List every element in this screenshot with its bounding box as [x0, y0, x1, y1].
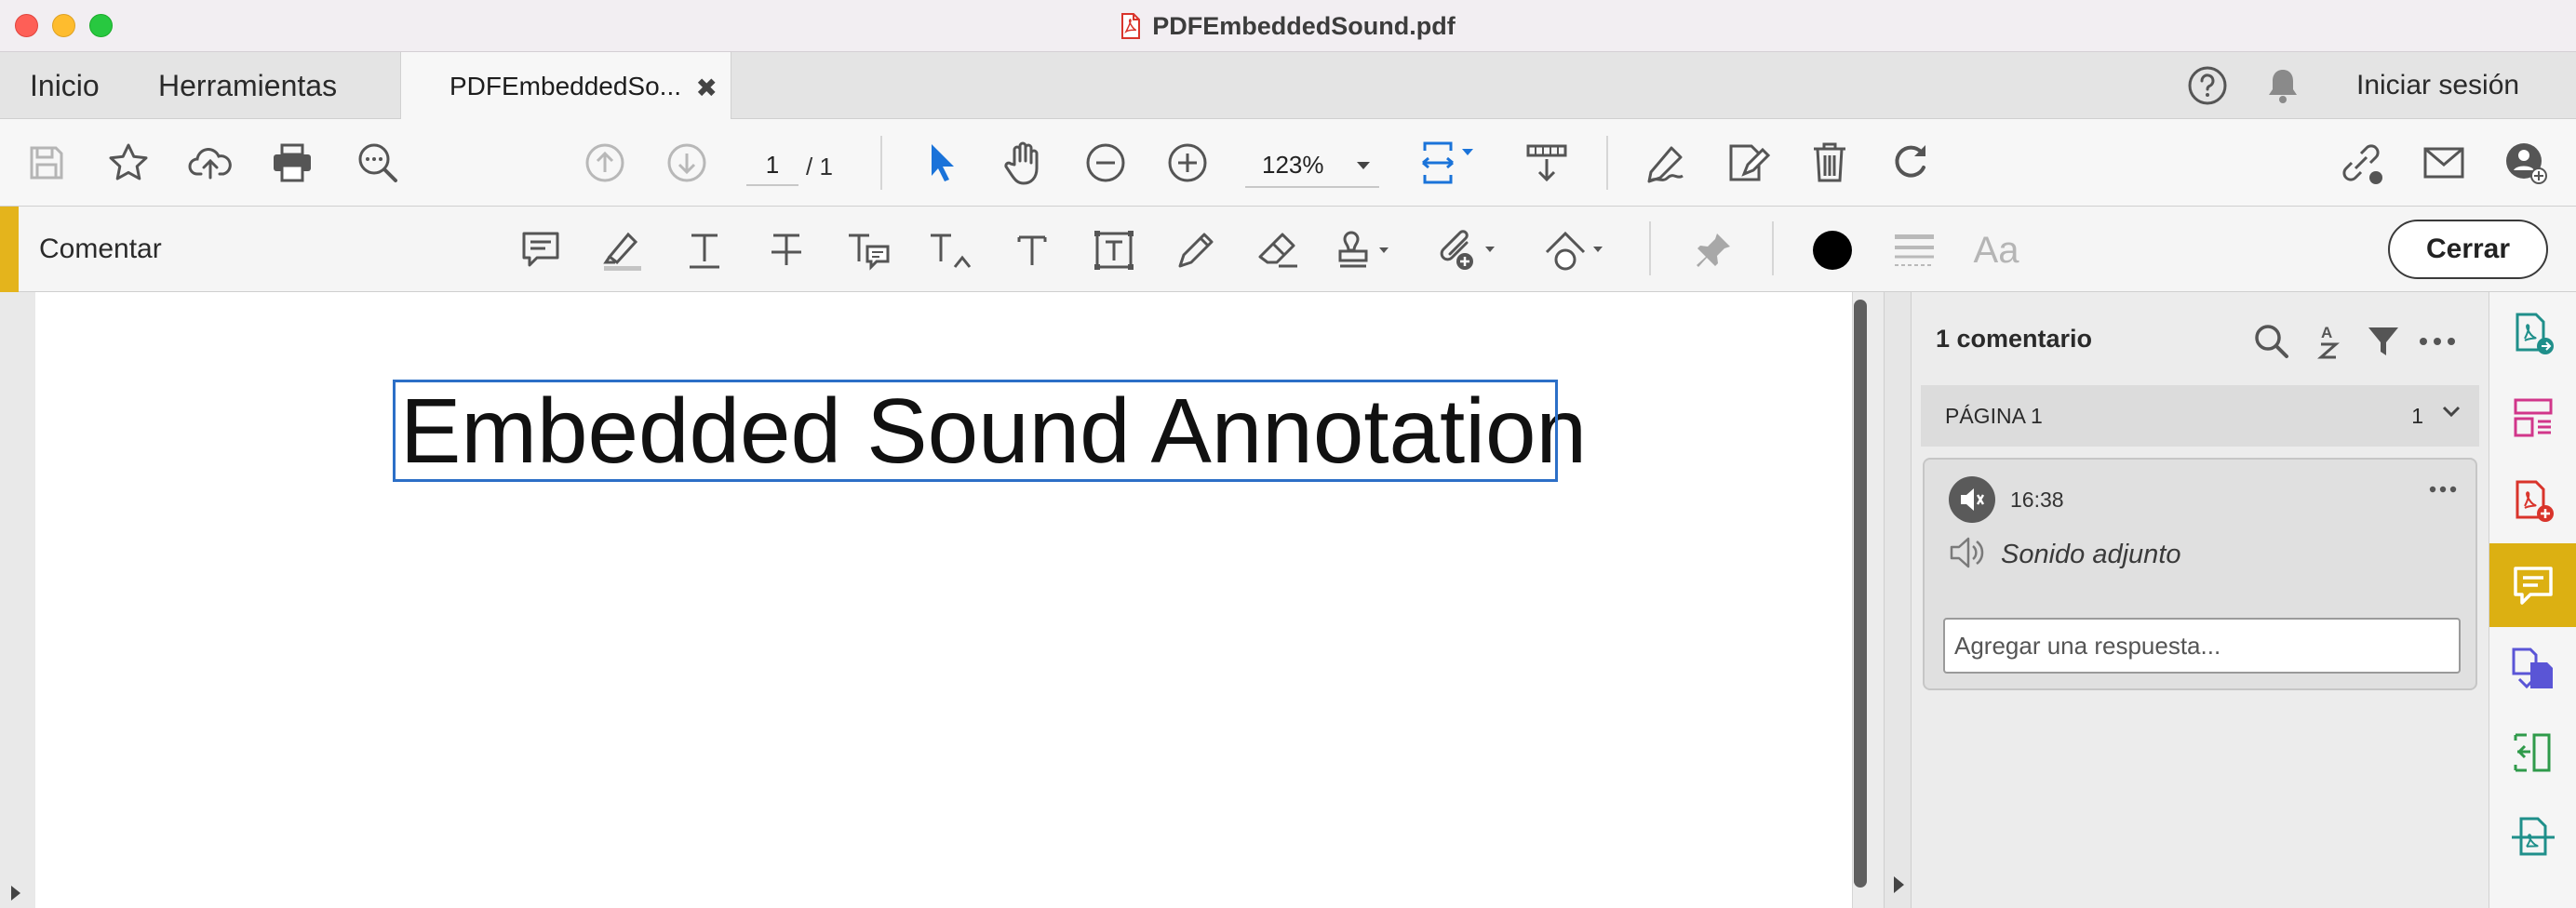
- toolbar-separator: [1606, 136, 1608, 190]
- search-text-icon[interactable]: [354, 139, 402, 187]
- underline-text-icon[interactable]: [679, 225, 730, 275]
- close-comment-button[interactable]: Cerrar: [2388, 220, 2548, 279]
- fit-width-icon[interactable]: [1416, 139, 1483, 187]
- edit-pdf-icon[interactable]: [1724, 139, 1772, 187]
- replace-text-icon[interactable]: [843, 225, 893, 275]
- create-pdf-icon[interactable]: [2489, 460, 2576, 543]
- close-tab-icon[interactable]: ✖: [696, 73, 718, 103]
- comment-time: 16:38: [2010, 487, 2064, 512]
- hand-tool-icon[interactable]: [1000, 139, 1048, 187]
- zoom-level-dropdown[interactable]: 123%: [1245, 143, 1379, 188]
- vertical-scrollbar-thumb[interactable]: [1854, 300, 1867, 888]
- filter-icon[interactable]: [2362, 320, 2405, 363]
- page-group-count: 1: [2411, 404, 2423, 428]
- main-toolbar: / 1 123%: [0, 119, 2576, 207]
- tab-bar: Inicio Herramientas PDFEmbeddedSo... ✖ I…: [0, 52, 2576, 120]
- search-icon[interactable]: [2250, 320, 2293, 363]
- sound-avatar-icon: [1949, 476, 1995, 523]
- combine-files-icon[interactable]: [2489, 627, 2576, 711]
- fill-sign-pen-icon[interactable]: [1642, 139, 1690, 187]
- document-left-gutter: [0, 292, 35, 908]
- sort-az-icon[interactable]: A: [2308, 320, 2351, 363]
- page-total: / 1: [806, 153, 833, 180]
- window-title-text: PDFEmbeddedSound.pdf: [1152, 11, 1456, 40]
- zoom-level-value: 123%: [1262, 150, 1324, 179]
- text-box-icon[interactable]: [1089, 225, 1139, 275]
- comment-mode-accent: [0, 207, 19, 292]
- comment-toolbar: Comentar Aa Cerrar: [0, 207, 2576, 292]
- zoom-in-icon[interactable]: [1163, 139, 1212, 187]
- select-cursor-icon[interactable]: [918, 139, 966, 187]
- document-tab-label: PDFEmbeddedSo...: [449, 71, 682, 100]
- expand-left-panel-icon[interactable]: [9, 884, 22, 902]
- panel-divider[interactable]: [1884, 292, 1912, 908]
- email-envelope-icon[interactable]: [2420, 139, 2468, 187]
- add-user-icon[interactable]: [2502, 139, 2550, 187]
- delete-trash-icon[interactable]: [1805, 139, 1854, 187]
- comment-toolbar-title: Comentar: [39, 234, 162, 264]
- add-text-icon[interactable]: [1007, 225, 1057, 275]
- share-link-icon[interactable]: [2338, 139, 2386, 187]
- tab-document[interactable]: PDFEmbeddedSo... ✖: [400, 52, 731, 120]
- comment-count-label: 1 comentario: [1936, 324, 2093, 353]
- pdf-file-icon: [1120, 13, 1141, 39]
- highlight-text-icon[interactable]: [597, 225, 648, 275]
- sticky-note-icon[interactable]: [516, 225, 566, 275]
- help-icon[interactable]: [2187, 52, 2228, 119]
- page-number-input[interactable]: [746, 145, 798, 186]
- notifications-bell-icon[interactable]: [2265, 52, 2301, 119]
- rotate-icon[interactable]: [1887, 139, 1936, 187]
- page-group-label: PÁGINA 1: [1945, 403, 2043, 428]
- pencil-draw-icon[interactable]: [1171, 225, 1221, 275]
- speaker-icon: [1949, 536, 1986, 569]
- chevron-down-icon: [1355, 160, 1372, 171]
- export-pdf-icon[interactable]: [2489, 292, 2576, 376]
- previous-page-icon[interactable]: [581, 139, 629, 187]
- stamp-icon[interactable]: [1335, 225, 1398, 275]
- insert-text-icon[interactable]: [925, 225, 975, 275]
- text-color-swatch[interactable]: [1807, 225, 1858, 275]
- pdf-page[interactable]: Embedded Sound Annotation: [35, 292, 1852, 908]
- eraser-icon[interactable]: [1253, 225, 1303, 275]
- sound-annotation-selection[interactable]: [393, 380, 1558, 482]
- line-style-icon[interactable]: [1889, 225, 1939, 275]
- window-title: PDFEmbeddedSound.pdf: [0, 0, 2576, 52]
- toolbar-separator: [880, 136, 882, 190]
- upload-cloud-icon[interactable]: [186, 139, 235, 187]
- comment-text: Sonido adjunto: [2001, 540, 2181, 569]
- document-viewport: Embedded Sound Annotation: [0, 292, 1884, 908]
- organize-pages-icon[interactable]: [2489, 376, 2576, 460]
- pin-icon[interactable]: [1688, 225, 1738, 275]
- comment-icon[interactable]: [2489, 543, 2576, 627]
- scan-icon[interactable]: [2489, 794, 2576, 878]
- sign-in-link[interactable]: Iniciar sesión: [2356, 52, 2519, 119]
- zoom-out-icon[interactable]: [1081, 139, 1130, 187]
- next-page-icon[interactable]: [663, 139, 711, 187]
- toolbar-separator: [1649, 221, 1651, 275]
- compress-icon[interactable]: [2489, 711, 2576, 794]
- attach-file-icon[interactable]: [1435, 225, 1504, 275]
- comment-card[interactable]: 16:38 Sonido adjunto: [1923, 458, 2477, 690]
- toolbar-separator: [1772, 221, 1774, 275]
- reply-input[interactable]: [1943, 618, 2461, 674]
- save-icon[interactable]: [22, 139, 71, 187]
- title-bar: PDFEmbeddedSound.pdf: [0, 0, 2576, 52]
- comments-panel: 1 comentario A PÁGINA 1 1 16:38 Sonido a…: [1912, 292, 2489, 908]
- svg-text:A: A: [2321, 324, 2332, 341]
- strikethrough-text-icon[interactable]: [761, 225, 812, 275]
- chevron-down-icon[interactable]: [2442, 406, 2461, 419]
- page-group-header[interactable]: PÁGINA 1 1: [1921, 385, 2479, 447]
- tab-home[interactable]: Inicio: [30, 52, 100, 119]
- scroll-mode-icon[interactable]: [1523, 139, 1571, 187]
- font-properties-label[interactable]: Aa: [1971, 225, 2021, 275]
- right-tools-rail: [2489, 292, 2576, 908]
- collapse-panel-icon[interactable]: [1891, 875, 1906, 895]
- tab-tools[interactable]: Herramientas: [158, 52, 337, 119]
- more-options-icon[interactable]: [2416, 320, 2459, 363]
- shapes-tool-icon[interactable]: [1541, 225, 1610, 275]
- print-icon[interactable]: [268, 139, 316, 187]
- bookmark-star-icon[interactable]: [104, 139, 153, 187]
- comment-more-options-icon[interactable]: [2429, 486, 2457, 493]
